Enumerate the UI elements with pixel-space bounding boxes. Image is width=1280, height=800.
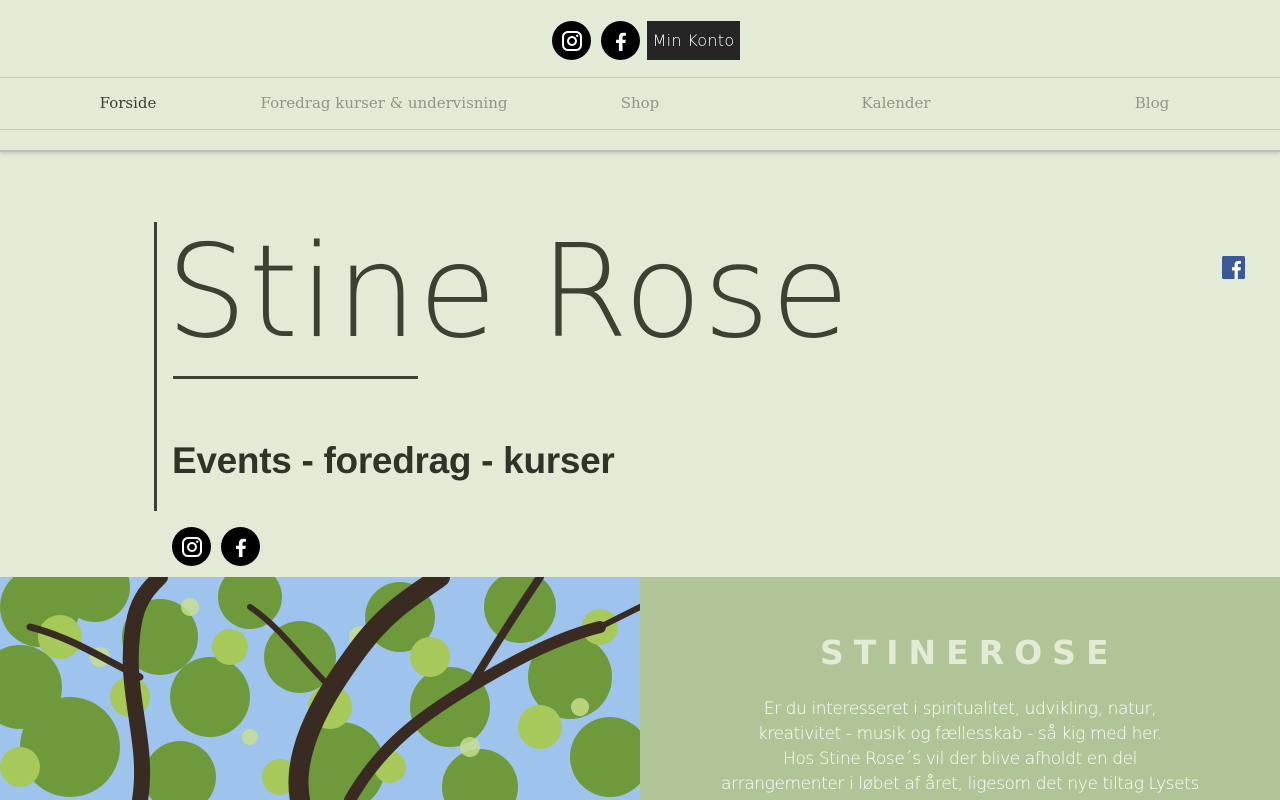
hero-accent-bar [154,222,157,511]
tree-canopy-photo [0,577,640,800]
facebook-icon[interactable] [221,527,260,566]
instagram-icon[interactable] [552,21,591,60]
intro-text: Er du interesseret i spiritualitet, udvi… [720,697,1200,800]
facebook-glyph [615,32,626,51]
intro-paragraph: Hos Stine Rose´s vil der blive afholdt e… [721,749,1199,800]
nav-item-kalender[interactable]: Kalender [768,78,1024,129]
facebook-share-icon[interactable] [1222,256,1245,279]
instagram-icon[interactable] [172,527,211,566]
page-subtitle: Events - foredrag - kurser [172,440,615,481]
facebook-icon[interactable] [601,21,640,60]
nav-item-blog[interactable]: Blog [1024,78,1280,129]
instagram-glyph [561,30,582,51]
tree-illustration [0,577,640,800]
instagram-glyph [181,536,202,557]
title-underline [173,376,418,379]
nav-item-forside[interactable]: Forside [0,78,256,129]
header-divider [0,130,1280,152]
intro-panel: STINEROSE Er du interesseret i spiritual… [640,577,1280,800]
facebook-glyph [1222,256,1245,279]
my-account-button[interactable]: Min Konto [647,21,740,60]
top-bar: Min Konto [0,0,1280,78]
main-navigation: Forside Foredrag kurser & undervisning S… [0,77,1280,130]
nav-item-foredrag[interactable]: Foredrag kurser & undervisning [256,78,512,129]
intro-paragraph: Er du interesseret i spiritualitet, udvi… [757,699,1163,744]
nav-item-shop[interactable]: Shop [512,78,768,129]
page-title: Stine Rose [166,218,851,367]
brand-heading: STINEROSE [820,633,1119,672]
facebook-glyph [235,538,246,557]
